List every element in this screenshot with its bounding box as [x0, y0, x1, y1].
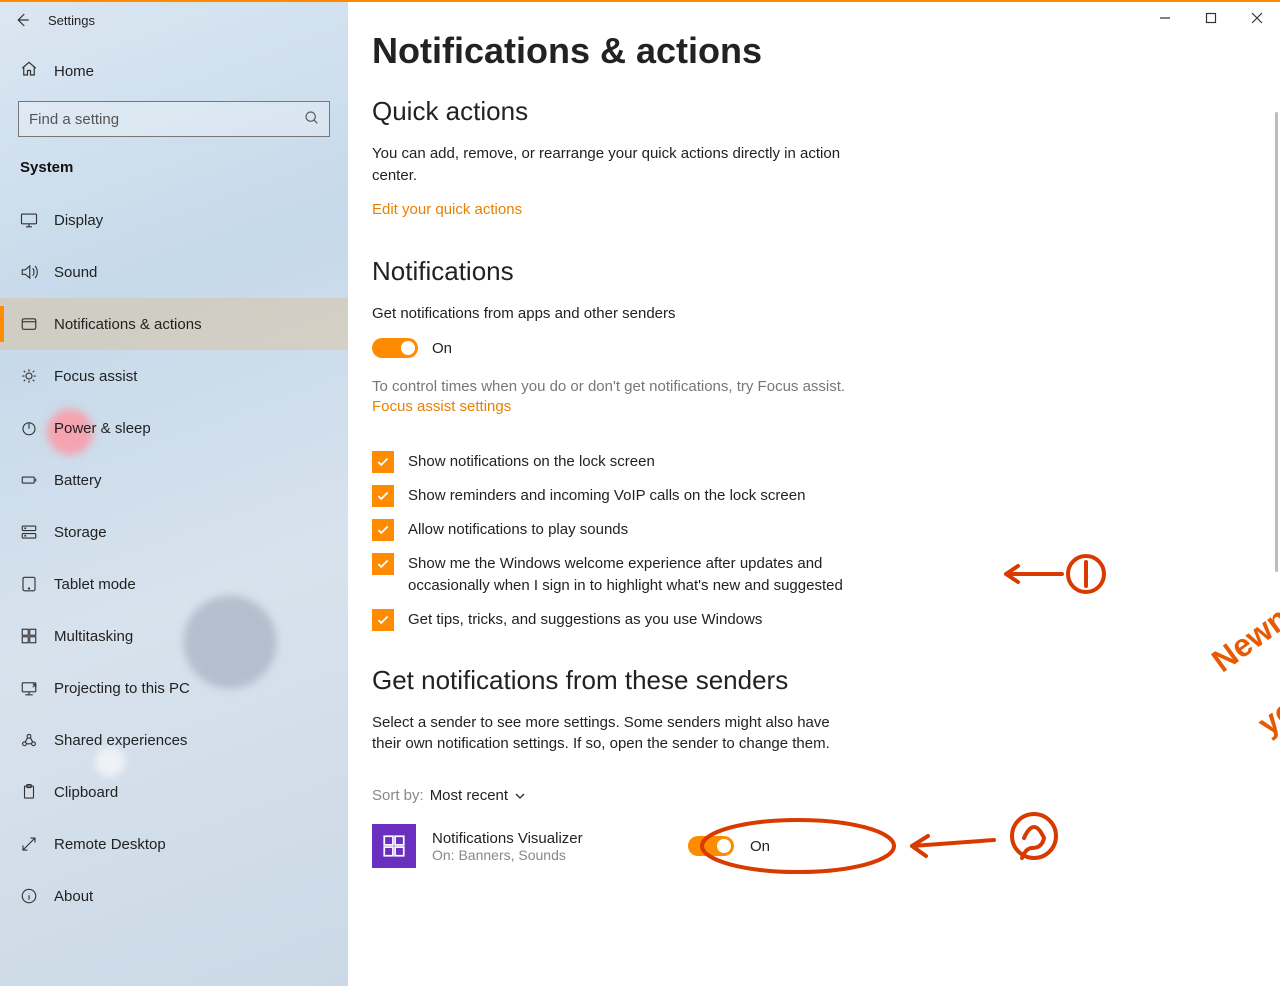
multitask-icon: [20, 627, 38, 645]
about-icon: [20, 887, 38, 905]
focus-icon: [20, 367, 38, 385]
power-icon: [20, 419, 38, 437]
checkbox-label: Show me the Windows welcome experience a…: [408, 553, 862, 597]
sender-app-icon: [372, 824, 416, 868]
close-button[interactable]: [1234, 2, 1280, 34]
checkbox[interactable]: [372, 451, 394, 473]
back-button[interactable]: [0, 2, 44, 38]
notification-check-1[interactable]: Show reminders and incoming VoIP calls o…: [372, 485, 862, 507]
checkbox-label: Get tips, tricks, and suggestions as you…: [408, 609, 762, 631]
sort-value: Most recent: [430, 787, 508, 804]
checkbox[interactable]: [372, 485, 394, 507]
sidebar-item-notifications[interactable]: Notifications & actions: [0, 298, 348, 350]
checkbox-label: Show notifications on the lock screen: [408, 451, 655, 473]
sidebar-item-tablet[interactable]: Tablet mode: [0, 558, 348, 610]
sender-state: On: [750, 838, 770, 855]
sender-toggle[interactable]: [688, 836, 734, 856]
notifications-toggle[interactable]: [372, 338, 418, 358]
home-icon: [20, 60, 38, 83]
sidebar-item-label: Power & sleep: [38, 420, 151, 437]
sidebar-item-label: Focus assist: [38, 368, 137, 385]
notification-check-3[interactable]: Show me the Windows welcome experience a…: [372, 553, 862, 597]
sidebar-item-label: Battery: [38, 472, 102, 489]
checkbox-label: Allow notifications to play sounds: [408, 519, 628, 541]
maximize-button[interactable]: [1188, 2, 1234, 34]
sound-icon: [20, 263, 38, 281]
storage-icon: [20, 523, 38, 541]
sidebar-item-label: Storage: [38, 524, 107, 541]
sender-name: Notifications Visualizer: [432, 830, 672, 847]
notifications-icon: [20, 315, 38, 333]
sort-by-dropdown[interactable]: Sort by: Most recent: [372, 787, 526, 804]
battery-icon: [20, 471, 38, 489]
edit-quick-actions-link[interactable]: Edit your quick actions: [372, 201, 522, 218]
senders-desc: Select a sender to see more settings. So…: [372, 712, 852, 756]
checkbox[interactable]: [372, 519, 394, 541]
sidebar-item-label: About: [38, 888, 93, 905]
notifications-heading: Notifications: [372, 256, 1168, 287]
sidebar-item-clipboard[interactable]: Clipboard: [0, 766, 348, 818]
sidebar-item-project[interactable]: Projecting to this PC: [0, 662, 348, 714]
sidebar-item-label: Notifications & actions: [38, 316, 202, 333]
sender-row[interactable]: Notifications VisualizerOn: Banners, Sou…: [372, 818, 1168, 874]
display-icon: [20, 211, 38, 229]
search-icon: [304, 110, 320, 131]
remote-icon: [20, 835, 38, 853]
home-nav[interactable]: Home: [0, 38, 348, 101]
sidebar-item-label: Remote Desktop: [38, 836, 166, 853]
window-title: Settings: [44, 13, 95, 28]
search-input[interactable]: [18, 101, 330, 137]
clipboard-icon: [20, 783, 38, 801]
sidebar-item-battery[interactable]: Battery: [0, 454, 348, 506]
notification-check-0[interactable]: Show notifications on the lock screen: [372, 451, 862, 473]
minimize-icon: [1159, 12, 1171, 24]
focus-assist-link[interactable]: Focus assist settings: [372, 398, 511, 415]
annotation-text: Newness based on your feedback: [1205, 438, 1280, 752]
sort-label: Sort by:: [372, 787, 424, 804]
checkbox-label: Show reminders and incoming VoIP calls o…: [408, 485, 805, 507]
sidebar-item-focus[interactable]: Focus assist: [0, 350, 348, 402]
chevron-down-icon: [514, 790, 526, 802]
checkbox[interactable]: [372, 553, 394, 575]
sidebar-item-display[interactable]: Display: [0, 194, 348, 246]
notifications-main-label: Get notifications from apps and other se…: [372, 303, 852, 325]
page-title: Notifications & actions: [372, 30, 1168, 72]
sidebar-category: System: [0, 159, 348, 194]
senders-heading: Get notifications from these senders: [372, 665, 1168, 696]
close-icon: [1251, 12, 1263, 24]
notifications-toggle-state: On: [432, 340, 452, 357]
sidebar-item-label: Multitasking: [38, 628, 133, 645]
maximize-icon: [1205, 12, 1217, 24]
shared-icon: [20, 731, 38, 749]
sidebar-item-power[interactable]: Power & sleep: [0, 402, 348, 454]
arrow-left-icon: [13, 11, 31, 29]
minimize-button[interactable]: [1142, 2, 1188, 34]
notifications-hint: To control times when you do or don't ge…: [372, 376, 872, 398]
sidebar-item-multitask[interactable]: Multitasking: [0, 610, 348, 662]
sender-sub: On: Banners, Sounds: [432, 847, 672, 863]
checkbox[interactable]: [372, 609, 394, 631]
sidebar-item-label: Sound: [38, 264, 97, 281]
sidebar-item-shared[interactable]: Shared experiences: [0, 714, 348, 766]
tablet-icon: [20, 575, 38, 593]
home-label: Home: [38, 63, 94, 80]
scrollbar[interactable]: [1275, 112, 1278, 572]
sidebar-item-remote[interactable]: Remote Desktop: [0, 818, 348, 870]
notification-check-2[interactable]: Allow notifications to play sounds: [372, 519, 862, 541]
project-icon: [20, 679, 38, 697]
sidebar-item-label: Projecting to this PC: [38, 680, 190, 697]
quick-actions-heading: Quick actions: [372, 96, 1168, 127]
quick-actions-desc: You can add, remove, or rearrange your q…: [372, 143, 852, 187]
sidebar-item-storage[interactable]: Storage: [0, 506, 348, 558]
notification-check-4[interactable]: Get tips, tricks, and suggestions as you…: [372, 609, 862, 631]
sidebar-item-label: Shared experiences: [38, 732, 187, 749]
sidebar-item-label: Display: [38, 212, 103, 229]
sidebar-item-sound[interactable]: Sound: [0, 246, 348, 298]
sidebar-item-about[interactable]: About: [0, 870, 348, 922]
sidebar-item-label: Tablet mode: [38, 576, 136, 593]
sidebar-item-label: Clipboard: [38, 784, 118, 801]
